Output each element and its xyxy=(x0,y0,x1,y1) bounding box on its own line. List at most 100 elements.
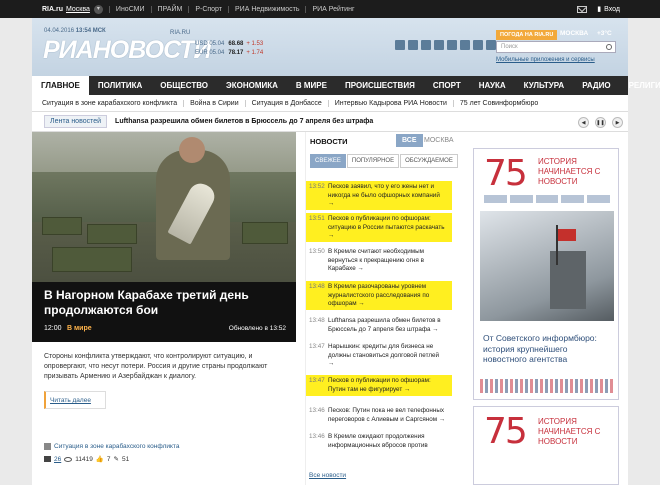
city-selector[interactable]: Москва xyxy=(66,6,90,13)
news-item[interactable]: 13:52 Песков заявил, что у его жены нет и… xyxy=(306,181,452,210)
ticker-tab[interactable]: Лента новостей xyxy=(44,115,108,128)
subnav-item[interactable]: Война в Сирии xyxy=(184,99,246,107)
rate-eur[interactable]: EUR 05.04 78.17 + 1.74 xyxy=(195,49,263,58)
subnav-item[interactable]: Ситуация в зоне карабахского конфликта xyxy=(32,99,185,107)
rate-value: 68.68 xyxy=(228,41,244,47)
login-label: Вход xyxy=(604,5,620,13)
social-icons xyxy=(395,40,496,50)
search-placeholder: Поиск xyxy=(501,44,518,50)
hero-lead: Стороны конфликта утверждают, что контро… xyxy=(44,353,268,380)
ad-slogan: ИСТОРИЯ НАЧИНАЕТСЯ С НОВОСТИ xyxy=(538,417,601,446)
currency-rates: USD 05.04 68.68 + 1.53 EUR 05.04 78.17 + 1.7… xyxy=(195,40,263,58)
ad-number: 75 xyxy=(484,411,528,452)
next-icon[interactable]: ▶ xyxy=(612,117,623,128)
news-time: 13:50 xyxy=(309,248,325,255)
news-item[interactable]: 13:46 В Кремле ожидают продолжения информ… xyxy=(306,433,452,450)
search-input[interactable]: Поиск xyxy=(496,41,616,53)
ad-logo xyxy=(587,195,610,203)
nav-world[interactable]: В МИРЕ xyxy=(287,76,336,95)
weather-button[interactable]: ПОГОДА НА RIA.RU xyxy=(496,30,558,40)
hero-story[interactable]: В Нагорном Карабахе третий день продолжа… xyxy=(32,132,296,342)
comment-icon xyxy=(44,456,51,462)
share-icon[interactable]: ✎ xyxy=(114,455,119,463)
login-button[interactable]: ▮ Вход xyxy=(597,5,620,14)
nav-radio[interactable]: РАДИО xyxy=(573,76,619,95)
story-stats: 26 11419 👍 7 ✎ 51 xyxy=(44,455,129,463)
tab-all[interactable]: ВСЕ xyxy=(396,134,423,147)
mobile-apps-link[interactable]: Мобильные приложения и сервисы xyxy=(496,57,595,63)
topbar-link-inosmi[interactable]: ИноСМИ xyxy=(108,5,145,13)
topbar-link-rsport[interactable]: Р-Спорт xyxy=(188,5,222,13)
prev-icon[interactable]: ◀ xyxy=(578,117,589,128)
mail-icon[interactable] xyxy=(577,5,588,13)
topbar-link-prime[interactable]: ПРАЙМ xyxy=(150,5,182,13)
nav-culture[interactable]: КУЛЬТУРА xyxy=(515,76,574,95)
nav-politics[interactable]: ПОЛИТИКА xyxy=(89,76,151,95)
ad-logo xyxy=(484,195,507,203)
news-time: 13:46 xyxy=(309,433,325,440)
main-nav: ГЛАВНОЕ ПОЛИТИКА ОБЩЕСТВО ЭКОНОМИКА В МИ… xyxy=(32,76,660,95)
topbar-link-rating[interactable]: РИА Рейтинг xyxy=(305,5,355,13)
filter-fresh[interactable]: СВЕЖЕЕ xyxy=(310,154,346,168)
site-logo[interactable]: РИАНОВОСТИ xyxy=(43,36,211,65)
nav-sport[interactable]: СПОРТ xyxy=(424,76,470,95)
news-text: Lufthansa разрешила обмен билетов в Брюс… xyxy=(328,317,441,333)
topbar-link-realty[interactable]: РИА Недвижимость xyxy=(228,5,299,13)
hero-title[interactable]: В Нагорном Карабахе третий день продолжа… xyxy=(44,288,284,318)
pause-icon[interactable]: ❚❚ xyxy=(595,117,606,128)
ad-banner[interactable]: 75 ИСТОРИЯ НАЧИНАЕТСЯ С НОВОСТИ От Совет… xyxy=(473,148,619,400)
news-item[interactable]: 13:46 Песков: Путин пока не вел телефонны… xyxy=(306,407,452,424)
filter-discussed[interactable]: ОБСУЖДАЕМОЕ xyxy=(400,154,458,168)
social-icon[interactable] xyxy=(434,40,444,50)
related-topic[interactable]: Ситуация в зоне карабахского конфликта xyxy=(44,443,179,450)
social-icon[interactable] xyxy=(460,40,470,50)
nav-religion[interactable]: РЕЛИГИЯ xyxy=(620,76,660,95)
social-icon[interactable] xyxy=(447,40,457,50)
social-icon[interactable] xyxy=(408,40,418,50)
rate-value: 78.17 xyxy=(228,50,244,56)
tab-moscow[interactable]: МОСКВА xyxy=(424,137,454,144)
subnav-item[interactable]: 75 лет Совинформбюро xyxy=(454,100,544,107)
ad-logo xyxy=(561,195,585,203)
rate-usd[interactable]: USD 05.04 68.68 + 1.53 xyxy=(195,40,263,49)
like-icon[interactable]: 👍 xyxy=(96,455,104,463)
filter-popular[interactable]: ПОПУЛЯРНОЕ xyxy=(346,154,400,168)
news-item[interactable]: 13:51 Песков о публикации по офшорам: сит… xyxy=(306,213,452,242)
ad-decor-stripes xyxy=(480,379,614,393)
social-icon[interactable] xyxy=(421,40,431,50)
chevron-down-icon[interactable]: ▾ xyxy=(93,4,103,14)
ad-banner-2[interactable]: 75 ИСТОРИЯ НАЧИНАЕТСЯ С НОВОСТИ xyxy=(473,406,619,485)
news-item[interactable]: 13:48 В Кремле разочарованы уровнем журна… xyxy=(306,281,452,310)
topic-icon xyxy=(44,443,51,450)
nav-society[interactable]: ОБЩЕСТВО xyxy=(151,76,217,95)
hero-section[interactable]: В мире xyxy=(67,325,92,332)
hero-updated: Обновлено в 13:52 xyxy=(228,325,286,332)
read-more-button[interactable]: Читать далее xyxy=(44,391,106,409)
subnav-item[interactable]: Интервью Кадырова РИА Новости xyxy=(329,99,454,107)
shares-count: 51 xyxy=(122,455,130,463)
nav-science[interactable]: НАУКА xyxy=(470,76,515,95)
social-icon[interactable] xyxy=(395,40,405,50)
nav-economy[interactable]: ЭКОНОМИКА xyxy=(217,76,287,95)
nav-main[interactable]: ГЛАВНОЕ xyxy=(32,76,89,95)
news-time: 13:48 xyxy=(309,283,325,290)
ticker-text[interactable]: Lufthansa разрешила обмен билетов в Брюс… xyxy=(115,118,373,125)
comments-count[interactable]: 26 xyxy=(54,456,61,463)
news-text: Песков о публикации по офшорам: Путин та… xyxy=(328,377,431,393)
news-item[interactable]: 13:50 В Кремле считают необходимым вернут… xyxy=(306,248,452,274)
ad-logo xyxy=(535,195,559,203)
site-link[interactable]: RIA.ru xyxy=(42,6,63,13)
hero-photo-crate xyxy=(42,217,82,235)
news-item[interactable]: 13:47 Нарышкин: кредиты для бизнеса не до… xyxy=(306,343,452,369)
search-icon[interactable] xyxy=(606,44,612,50)
all-news-link[interactable]: Все новости xyxy=(309,472,346,479)
nav-incidents[interactable]: ПРОИСШЕСТВИЯ xyxy=(336,76,424,95)
news-time: 13:47 xyxy=(309,343,325,350)
news-item[interactable]: 13:47 Песков о публикации по офшорам: Пут… xyxy=(306,375,452,396)
ad-logos xyxy=(484,195,610,203)
social-icon[interactable] xyxy=(473,40,483,50)
subnav-item[interactable]: Ситуация в Донбассе xyxy=(246,99,329,107)
news-text: В Кремле ожидают продолжения информацион… xyxy=(328,433,428,449)
news-item[interactable]: 13:48 Lufthansa разрешила обмен билетов в… xyxy=(306,317,452,334)
social-icon[interactable] xyxy=(486,40,496,50)
